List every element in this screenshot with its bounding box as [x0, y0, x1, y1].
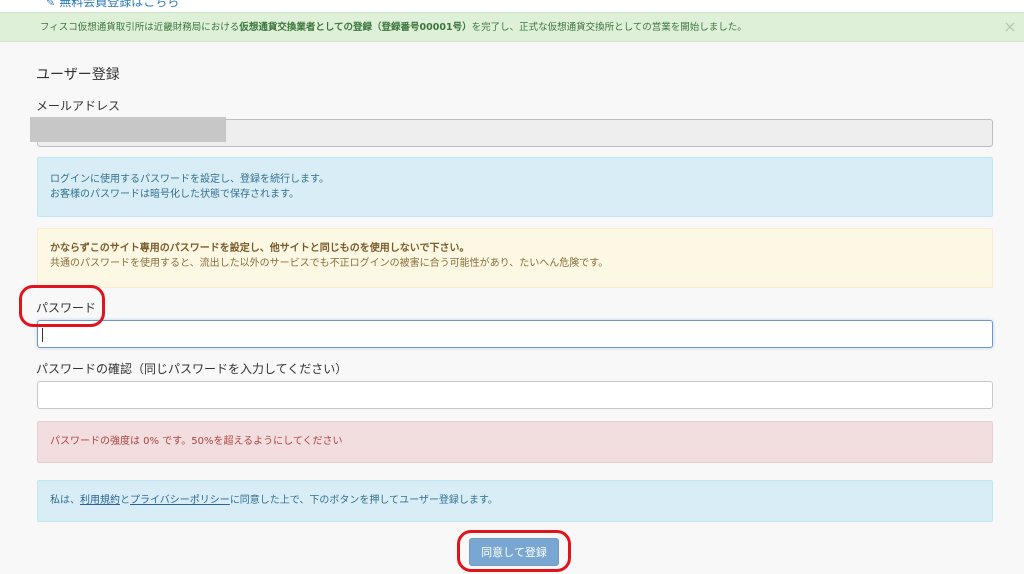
text-caret: [42, 328, 43, 342]
pencil-icon: ✎: [46, 0, 56, 9]
agree-prefix: 私は、: [50, 495, 80, 506]
warning-bold-text: かならずこのサイト専用のパスワードを設定し、他サイトと同じものを使用しないで下さ…: [50, 243, 470, 254]
terms-link[interactable]: 利用規約: [80, 495, 120, 506]
registration-notice: フィスコ仮想通貨取引所は近畿財務局における仮想通貨交換業者としての登録（登録番号…: [0, 12, 1024, 42]
info-line-1: ログインに使用するパスワードを設定し、登録を続行します。: [50, 174, 329, 185]
password-strength-alert: パスワードの強度は 0% です。50%を超えるようにしてください: [37, 421, 993, 463]
warning-text: 共通のパスワードを使用すると、流出した以外のサービスでも不正ログインの被害に合う…: [50, 258, 609, 269]
agree-and: と: [120, 495, 130, 506]
password-confirm-label: パスワードの確認（同じパスワードを入力してください）: [36, 362, 348, 376]
email-label: メールアドレス: [36, 99, 121, 113]
close-icon[interactable]: ×: [996, 13, 1024, 41]
redacted-email: [30, 117, 226, 142]
password-confirm-field[interactable]: [37, 381, 993, 409]
agree-suffix: に同意した上で、下のボタンを押してユーザー登録します。: [229, 495, 498, 506]
notice-bold: 仮想通貨交換業者としての登録（登録番号00001号）: [239, 22, 472, 33]
notice-suffix: を完了し、正式な仮想通貨交換所としての営業を開始しました。: [471, 22, 747, 33]
info-line-2: お客様のパスワードは暗号化した状態で保存されます。: [50, 189, 299, 200]
password-field[interactable]: [37, 320, 993, 348]
warning-alert: かならずこのサイト専用のパスワードを設定し、他サイトと同じものを使用しないで下さ…: [37, 228, 993, 288]
agreement-alert: 私は、利用規約とプライバシーポリシーに同意した上で、下のボタンを押してユーザー登…: [37, 480, 993, 522]
notice-prefix: フィスコ仮想通貨取引所は近畿財務局における: [40, 22, 240, 33]
annotation-highlight-password: [19, 285, 105, 327]
page-title: ユーザー登録: [36, 67, 120, 83]
top-strip: ✎ 無料会員登録はこちら: [0, 0, 1024, 12]
signup-link-label: 無料会員登録はこちら: [59, 0, 180, 9]
signup-link[interactable]: ✎ 無料会員登録はこちら: [46, 0, 179, 10]
privacy-policy-link[interactable]: プライバシーポリシー: [130, 495, 230, 506]
strength-text: パスワードの強度は 0% です。50%を超えるようにしてください: [50, 436, 343, 447]
annotation-highlight-button: [457, 530, 571, 572]
info-alert: ログインに使用するパスワードを設定し、登録を続行します。 お客様のパスワードは暗…: [37, 157, 993, 217]
